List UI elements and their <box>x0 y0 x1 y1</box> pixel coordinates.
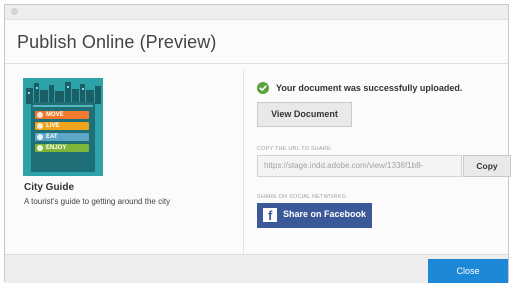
tag-label: ENJOY <box>46 145 67 151</box>
tag-bullet-icon <box>37 134 43 140</box>
copy-button[interactable]: Copy <box>463 155 511 177</box>
tag-bullet-icon <box>37 123 43 129</box>
header-divider <box>5 63 508 64</box>
social-networks-label: SHARE ON SOCIAL NETWORKS: <box>257 194 348 200</box>
publication-thumbnail: MOVE LIVE EAT ENJOY <box>23 78 103 176</box>
close-button[interactable]: Close <box>428 259 508 283</box>
facebook-f-glyph: f <box>268 208 273 223</box>
tag-bullet-icon <box>37 145 43 151</box>
thumbnail-tag-eat: EAT <box>35 133 89 141</box>
share-url-field[interactable]: https://stage.indd.adobe.com/view/1336f1… <box>257 155 462 177</box>
thumbnail-tag-enjoy: ENJOY <box>35 144 89 152</box>
tag-label: EAT <box>46 134 58 140</box>
facebook-button-label: Share on Facebook <box>283 209 367 219</box>
view-document-button[interactable]: View Document <box>257 102 352 127</box>
publish-dialog: Publish Online (Preview) MOVE LIVE EAT E… <box>4 4 511 283</box>
window-titlebar <box>5 5 508 20</box>
thumbnail-tag-move: MOVE <box>35 111 89 119</box>
thumbnail-content-panel: MOVE LIVE EAT ENJOY <box>31 102 95 172</box>
copy-url-label: COPY THE URL TO SHARE: <box>257 146 333 152</box>
column-divider <box>243 69 244 254</box>
tag-bullet-icon <box>37 112 43 118</box>
tag-label: MOVE <box>46 112 64 118</box>
tag-label: LIVE <box>46 123 60 129</box>
share-on-facebook-button[interactable]: f Share on Facebook <box>257 203 372 228</box>
skyline-illustration <box>23 78 103 104</box>
window-close-dot[interactable] <box>11 8 18 15</box>
publication-title: City Guide <box>24 182 75 193</box>
upload-status-message: Your document was successfully uploaded. <box>276 83 463 93</box>
thumbnail-heading-bar <box>33 105 93 107</box>
dialog-title: Publish Online (Preview) <box>17 32 217 52</box>
check-circle-icon <box>257 82 269 94</box>
dialog-footer: Close <box>5 254 508 283</box>
thumbnail-tag-live: LIVE <box>35 122 89 130</box>
facebook-icon: f <box>263 208 277 223</box>
publication-description: A tourist's guide to getting around the … <box>24 197 171 206</box>
